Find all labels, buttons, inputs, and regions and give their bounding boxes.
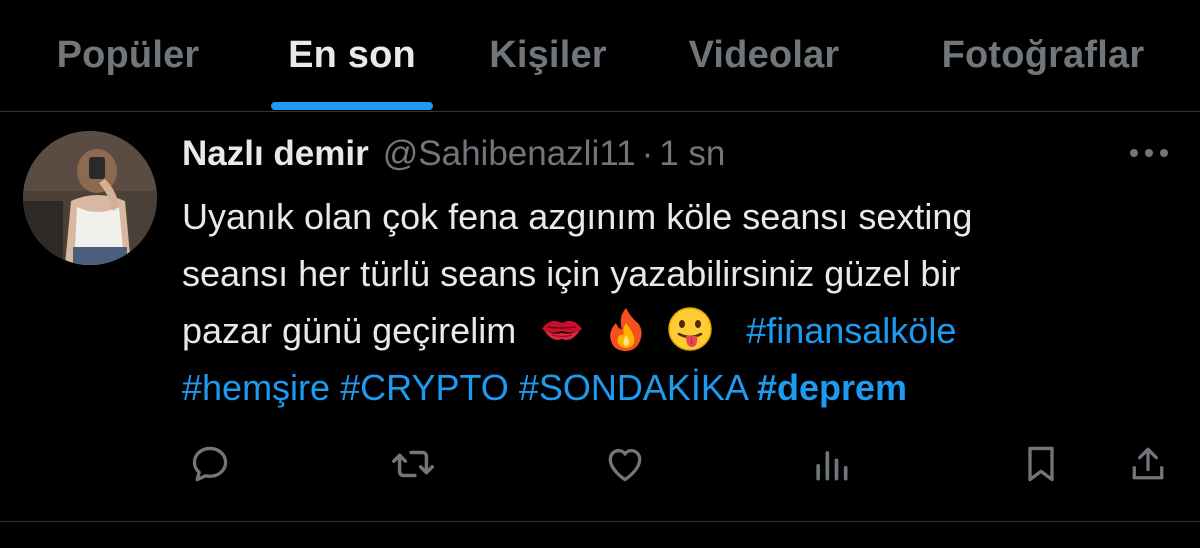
avatar[interactable] <box>23 131 157 265</box>
tweet-divider <box>0 521 1200 522</box>
hashtag-link[interactable]: #hemşire <box>182 367 330 408</box>
reply-icon <box>192 446 228 482</box>
tab-people[interactable]: Kişiler <box>466 0 630 111</box>
tweet-text-line: Uyanık olan çok fena azgınım köle seansı… <box>182 196 973 237</box>
author-handle[interactable]: @Sahibenazli11 <box>383 134 636 174</box>
retweet-icon <box>392 450 434 478</box>
tab-photos[interactable]: Fotoğraflar <box>904 0 1182 111</box>
avatar-image <box>23 131 157 265</box>
search-tabs: Popüler En son Kişiler Videolar Fotoğraf… <box>0 0 1200 112</box>
more-icon <box>1130 149 1168 157</box>
hashtag-link[interactable]: #finansalköle <box>746 310 956 351</box>
tweet-text-segment: pazar günü geçirelim <box>182 310 517 351</box>
hashtag-link-highlighted[interactable]: #deprem <box>757 367 907 408</box>
tab-label: Videolar <box>688 34 840 76</box>
bookmark-button[interactable] <box>1016 439 1066 489</box>
reply-button[interactable] <box>185 439 235 489</box>
tab-label: Popüler <box>56 34 200 76</box>
bookmark-icon <box>1028 446 1054 482</box>
share-button[interactable] <box>1123 439 1173 489</box>
tab-videos[interactable]: Videolar <box>660 0 868 111</box>
tweet-text-line-4: #hemşire #CRYPTO #SONDAKİKA #deprem <box>182 359 1172 416</box>
retweet-button[interactable] <box>388 439 438 489</box>
fire-icon <box>602 305 650 353</box>
tweet-timestamp[interactable]: 1 sn <box>659 134 725 174</box>
tweet-text-line-3: pazar günü geçirelim #finansalköle <box>182 302 1172 359</box>
hashtag-link[interactable]: #SONDAKİKA <box>519 367 747 408</box>
tab-label: Fotoğraflar <box>941 34 1145 76</box>
hashtag-link[interactable]: #CRYPTO <box>340 367 509 408</box>
share-icon <box>1132 447 1164 480</box>
author-display-name[interactable]: Nazlı demir <box>182 134 369 174</box>
tab-popular[interactable]: Popüler <box>30 0 226 111</box>
heart-icon <box>608 448 642 482</box>
tab-label: En son <box>288 34 416 76</box>
like-button[interactable] <box>600 439 650 489</box>
tweet[interactable]: Nazlı demir @Sahibenazli11 · 1 sn Uyanık… <box>0 112 1200 522</box>
face-with-tongue-icon <box>666 305 714 353</box>
views-icon <box>816 451 848 481</box>
tab-label: Kişiler <box>489 34 607 76</box>
separator-dot: · <box>641 134 654 173</box>
kiss-mark-icon <box>538 305 586 353</box>
views-button[interactable] <box>806 439 856 489</box>
tweet-header: Nazlı demir @Sahibenazli11 · 1 sn <box>182 132 725 176</box>
tweet-text: Uyanık olan çok fena azgınım köle seansı… <box>182 188 1172 416</box>
more-options-button[interactable] <box>1126 138 1172 168</box>
tweet-text-line: seansı her türlü seans için yazabilirsin… <box>182 253 961 294</box>
active-tab-indicator <box>271 102 433 110</box>
tab-latest[interactable]: En son <box>262 0 442 111</box>
